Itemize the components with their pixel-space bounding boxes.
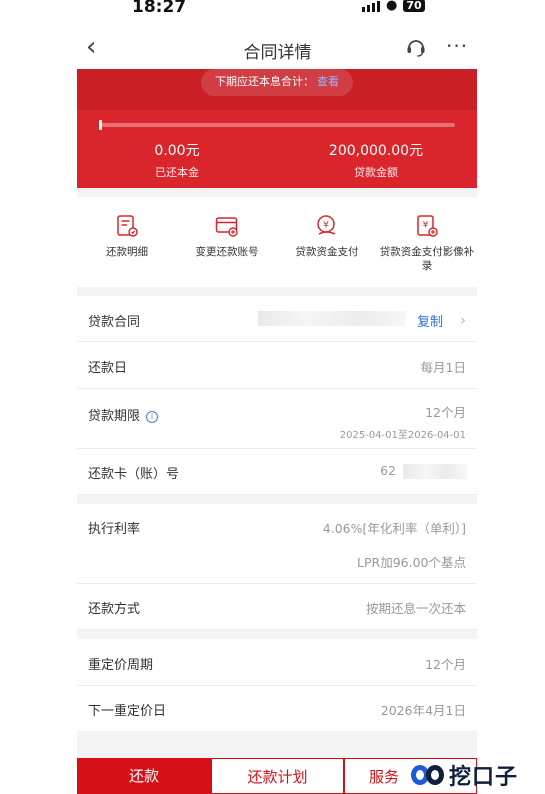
battery-icon: 70 bbox=[403, 0, 425, 12]
func-change-account[interactable]: 变更还款账号 bbox=[177, 197, 277, 259]
repayment-detail-icon bbox=[117, 215, 138, 237]
function-shortcuts: 还款明细 变更还款账号 ¥ 贷款资金支付 ¥ 贷款资金支付影像补录 bbox=[77, 197, 477, 287]
row-repay-card: 还款卡（账）号 62 bbox=[77, 449, 477, 495]
loan-amount-label: 贷款金额 bbox=[354, 166, 398, 179]
row-value-repay-method: 按期还息一次还本 bbox=[365, 601, 466, 616]
row-value-interest-rate: 4.06%[年化利率（单利）] bbox=[322, 521, 466, 536]
fund-payment-icon: ¥ bbox=[317, 215, 336, 235]
row-label-interest-rate: 执行利率 bbox=[88, 522, 141, 537]
func-label-change-account: 变更还款账号 bbox=[195, 246, 259, 258]
chevron-right-icon[interactable]: › bbox=[460, 311, 466, 329]
status-icons: ● 70 bbox=[362, 0, 425, 13]
row-next-reprice: 下一重定价日 2026年4月1日 bbox=[77, 686, 477, 731]
func-label-image-supplement: 贷款资金支付影像补录 bbox=[379, 246, 475, 272]
next-period-value[interactable]: 查看 bbox=[317, 75, 339, 88]
svg-text:¥: ¥ bbox=[423, 221, 429, 231]
row-label-reprice-cycle: 重定价周期 bbox=[88, 658, 154, 673]
next-period-label: 下期应还本息合计： bbox=[215, 75, 314, 88]
func-label-repayment-detail: 还款明细 bbox=[106, 246, 148, 258]
loan-amount: 200,000.00元 贷款金额 bbox=[309, 140, 443, 180]
row-loan-contract[interactable]: 贷款合同 复制 › bbox=[77, 296, 477, 342]
loan-summary-card: 下期应还本息合计： 查看 0.00元 已还本金 200,000.00元 贷款金额 bbox=[77, 69, 477, 188]
status-time: 18:27 bbox=[132, 0, 187, 17]
separator bbox=[77, 287, 477, 296]
row-repay-method: 还款方式 按期还息一次还本 bbox=[77, 584, 477, 630]
row-sub-interest-rate: LPR加96.00个基点 bbox=[357, 555, 466, 570]
repayment-progress-bar bbox=[99, 120, 455, 130]
func-fund-payment[interactable]: ¥ 贷款资金支付 bbox=[277, 197, 377, 259]
row-repay-day: 还款日 每月1日 bbox=[77, 342, 477, 389]
row-loan-term: 贷款期限 i 12个月 2025-04-01至2026-04-01 bbox=[77, 389, 477, 449]
row-label-repay-method: 还款方式 bbox=[88, 602, 141, 617]
row-sub-loan-term: 2025-04-01至2026-04-01 bbox=[339, 430, 466, 441]
service-button-label: 服务 bbox=[369, 768, 400, 786]
row-value-loan-term: 12个月 bbox=[425, 405, 466, 420]
row-reprice-cycle: 重定价周期 12个月 bbox=[77, 639, 477, 686]
func-image-supplement[interactable]: ¥ 贷款资金支付影像补录 bbox=[377, 197, 477, 273]
signal-icon bbox=[362, 0, 380, 12]
watermark-logo-icon bbox=[411, 765, 444, 785]
repay-button[interactable]: 还款 bbox=[77, 758, 211, 794]
row-label-next-reprice: 下一重定价日 bbox=[88, 704, 167, 719]
row-label-loan-term-text: 贷款期限 bbox=[88, 409, 141, 424]
separator bbox=[77, 188, 477, 197]
customer-service-icon[interactable] bbox=[405, 36, 427, 58]
func-label-fund-payment: 贷款资金支付 bbox=[295, 246, 359, 258]
watermark: 挖口子 bbox=[409, 758, 545, 792]
svg-text:¥: ¥ bbox=[323, 221, 329, 231]
repaid-principal-value: 0.00元 bbox=[154, 143, 200, 159]
row-value-next-reprice: 2026年4月1日 bbox=[380, 703, 466, 718]
separator bbox=[77, 630, 477, 639]
repaid-principal-label: 已还本金 bbox=[155, 166, 199, 179]
watermark-text: 挖口子 bbox=[449, 765, 519, 790]
func-repayment-detail[interactable]: 还款明细 bbox=[77, 197, 177, 259]
copy-button[interactable]: 复制 bbox=[417, 311, 443, 330]
loan-amount-value: 200,000.00元 bbox=[328, 143, 424, 159]
more-button[interactable]: ··· bbox=[446, 34, 468, 58]
row-interest-rate: 执行利率 4.06%[年化利率（单利）] LPR加96.00个基点 bbox=[77, 504, 477, 584]
status-bar: 18:27 ● 70 bbox=[0, 0, 545, 22]
row-value-repay-card: 62 bbox=[380, 463, 396, 478]
repayment-plan-button[interactable]: 还款计划 bbox=[211, 758, 344, 794]
nav-bar: ‹ 合同详情 ··· bbox=[0, 28, 545, 68]
image-supplement-icon: ¥ bbox=[417, 215, 438, 237]
row-label-repay-card: 还款卡（账）号 bbox=[88, 467, 180, 482]
row-label-repay-day: 还款日 bbox=[88, 361, 128, 376]
row-label-loan-term: 贷款期限 i bbox=[88, 405, 159, 424]
row-value-reprice-cycle: 12个月 bbox=[425, 657, 466, 672]
change-account-icon bbox=[215, 217, 238, 237]
wifi-icon: ● bbox=[386, 0, 398, 13]
separator bbox=[77, 731, 477, 758]
next-period-pill[interactable]: 下期应还本息合计： 查看 bbox=[201, 69, 353, 96]
repaid-principal: 0.00元 已还本金 bbox=[127, 140, 227, 180]
card-number-masked bbox=[403, 464, 467, 479]
separator bbox=[77, 495, 477, 504]
repayment-progress-fill bbox=[99, 120, 102, 130]
row-label-loan-contract: 贷款合同 bbox=[88, 315, 141, 330]
row-value-repay-day: 每月1日 bbox=[420, 360, 466, 375]
info-icon[interactable]: i bbox=[146, 411, 159, 423]
